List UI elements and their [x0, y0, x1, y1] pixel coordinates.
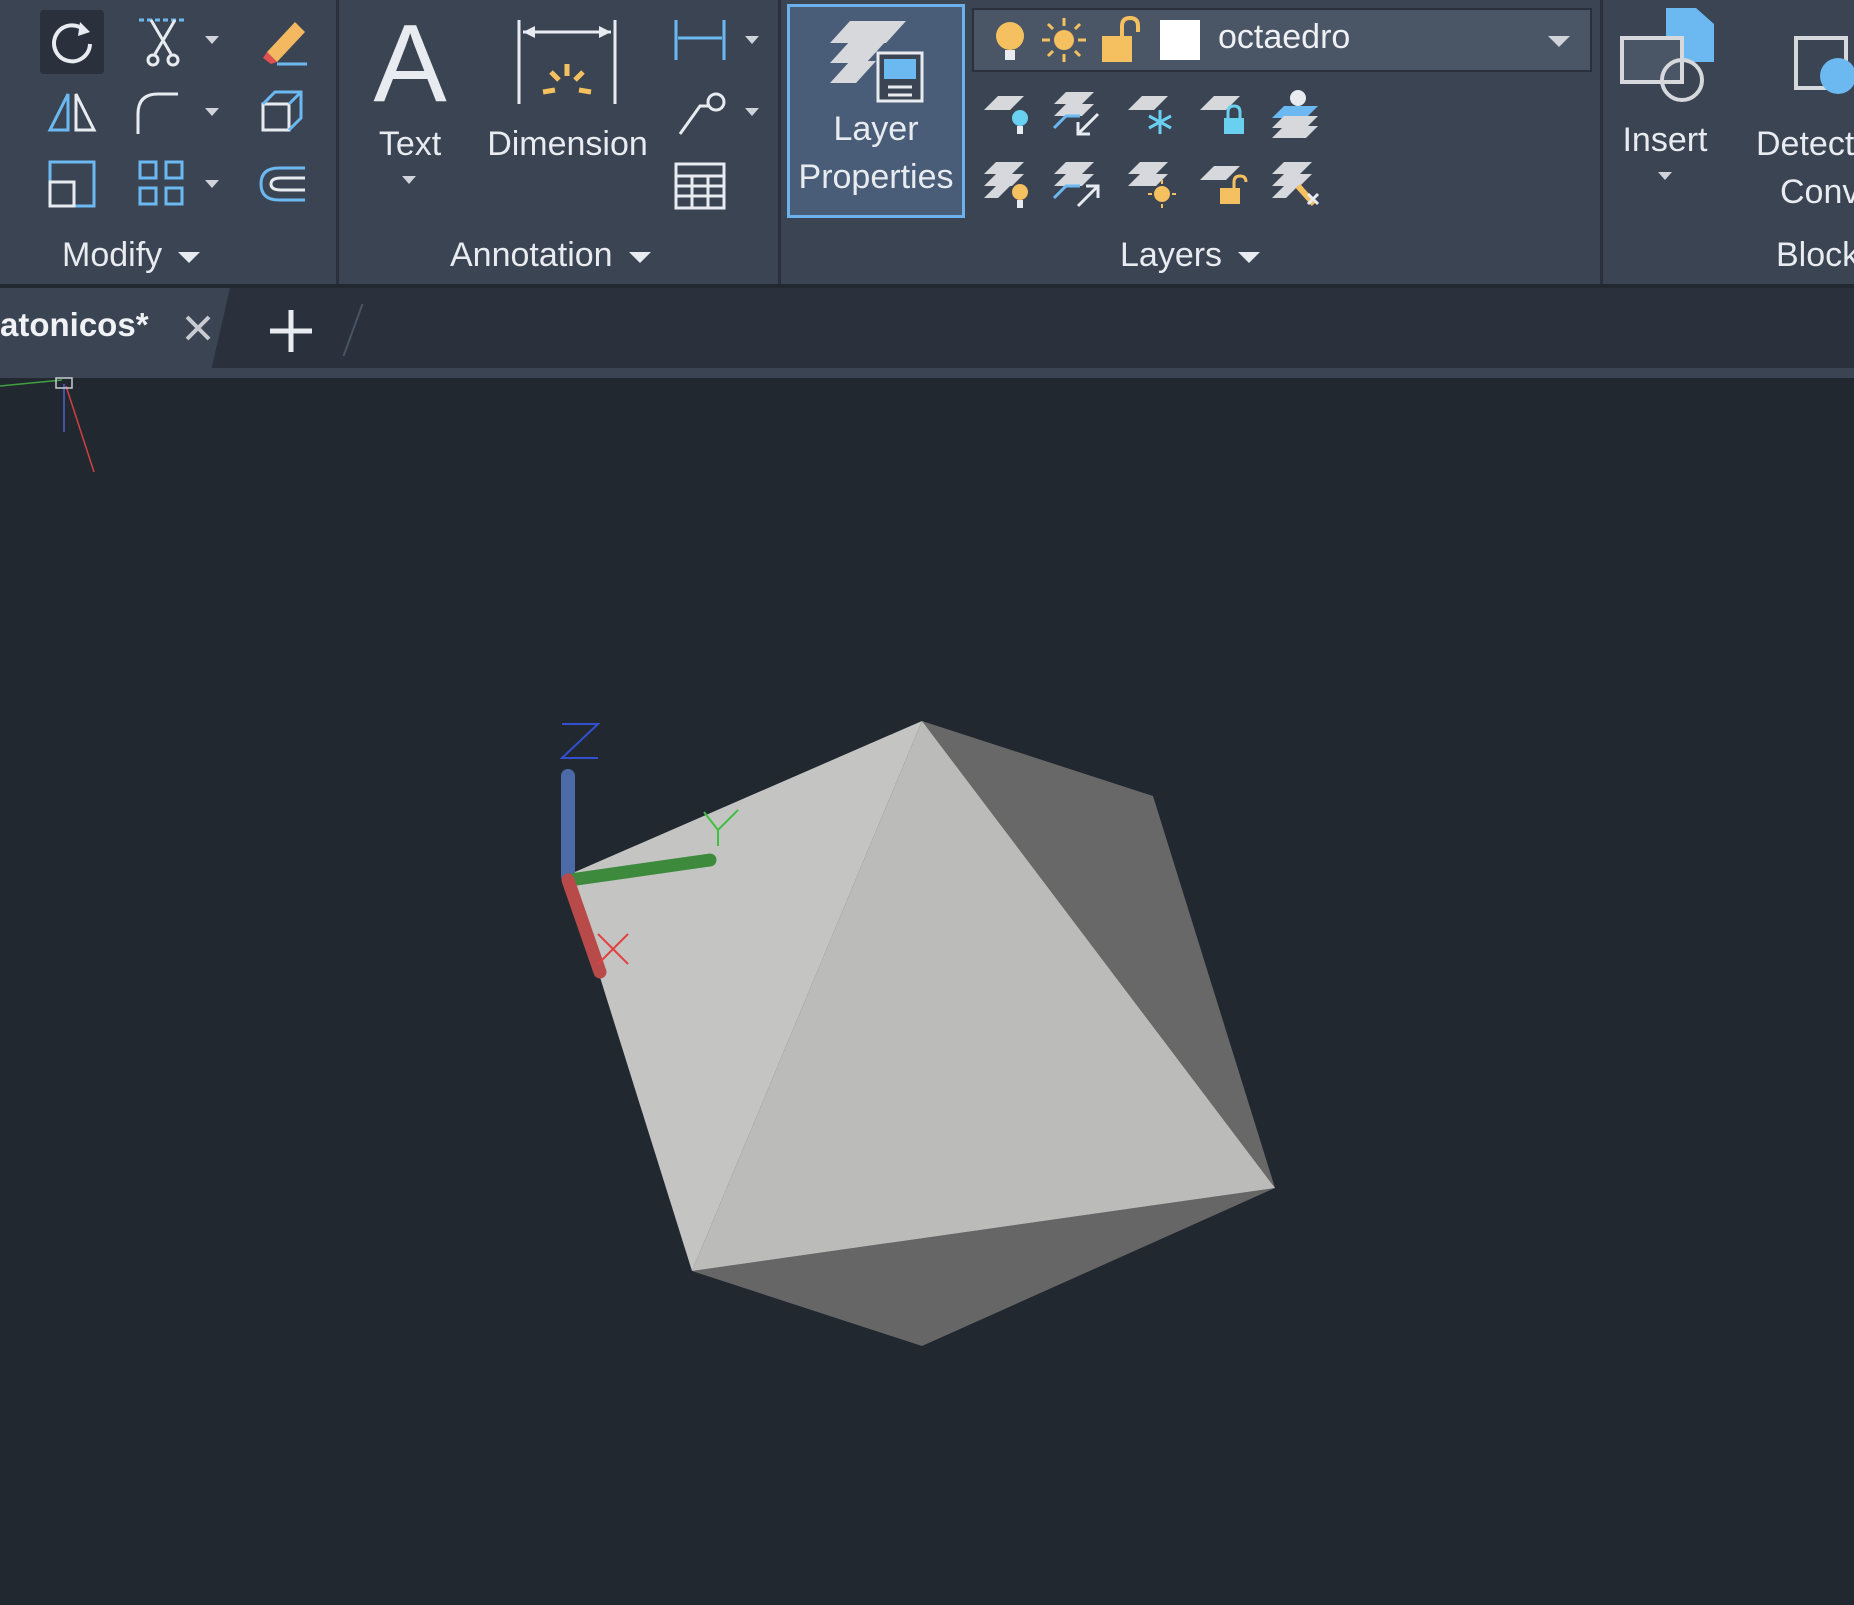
ucs-z-label	[559, 723, 601, 759]
world-x-axis	[65, 385, 95, 473]
world-y-axis	[0, 379, 63, 387]
drawing-viewport[interactable]	[0, 0, 1854, 1605]
octahedron-solid[interactable]	[568, 721, 1275, 1346]
